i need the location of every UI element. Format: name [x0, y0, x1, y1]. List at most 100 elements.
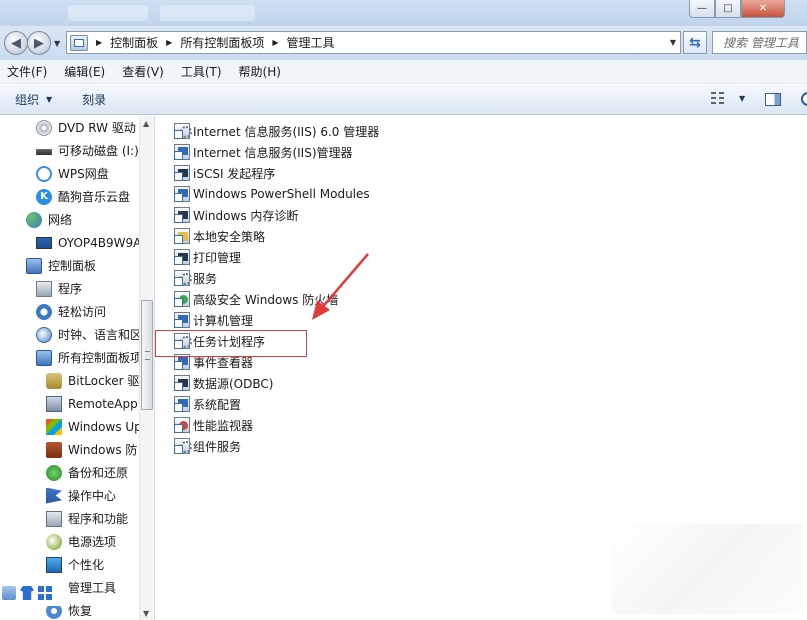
nav-item-bitlocker[interactable]: BitLocker 驱: [46, 370, 139, 391]
arrow-shaft: [319, 253, 369, 311]
caret-down-icon: ▼: [739, 93, 746, 103]
maximize-button[interactable]: □: [715, 0, 741, 18]
list-item[interactable]: Internet 信息服务(IIS) 6.0 管理器: [174, 121, 379, 141]
change-view-button[interactable]: ▼: [711, 92, 745, 104]
chevron-right-icon[interactable]: ▶: [272, 38, 278, 47]
nav-label: Windows 防: [68, 443, 138, 457]
refresh-button[interactable]: ⇆: [683, 31, 707, 54]
list-item[interactable]: 本地安全策略: [174, 226, 265, 246]
firewall-icon: [46, 441, 62, 458]
list-item[interactable]: 数据源(ODBC): [174, 373, 273, 393]
chevron-right-icon[interactable]: ▶: [166, 38, 172, 47]
nav-item-kugou-cloud[interactable]: K 酷狗音乐云盘: [36, 186, 130, 207]
personalization-icon: [46, 556, 62, 573]
list-item[interactable]: Internet 信息服务(IIS)管理器: [174, 142, 353, 162]
menu-tools[interactable]: 工具(T): [181, 63, 222, 80]
close-button[interactable]: ✕: [741, 0, 785, 18]
list-item[interactable]: 计算机管理: [174, 310, 253, 330]
nav-label: RemoteApp: [68, 396, 138, 411]
nav-item-network[interactable]: 网络: [26, 209, 72, 230]
arrow-right-icon: ▶: [34, 35, 44, 51]
address-bar[interactable]: ▶ 控制面板 ▶ 所有控制面板项 ▶ 管理工具 ▼: [66, 31, 681, 54]
list-item[interactable]: 服务: [174, 268, 217, 288]
view-grid-icon: [711, 92, 725, 104]
list-item[interactable]: 组件服务: [174, 436, 241, 456]
file-label: 服务: [193, 271, 218, 286]
nav-label: 程序: [58, 282, 83, 296]
file-label: Windows PowerShell Modules: [193, 187, 370, 201]
control-panel-icon: [70, 34, 88, 51]
nav-item-programs[interactable]: 程序: [36, 278, 82, 299]
nav-item-all-control-panel[interactable]: 所有控制面板项: [36, 347, 139, 368]
breadcrumb-admin-tools[interactable]: 管理工具: [287, 34, 335, 51]
file-label: Internet 信息服务(IIS)管理器: [193, 145, 353, 160]
address-row: ◀ ▶ ▼ ▶ 控制面板 ▶ 所有控制面板项 ▶ 管理工具 ▼ ⇆: [0, 26, 807, 60]
list-item[interactable]: 打印管理: [174, 247, 241, 267]
nav-item-programs-features[interactable]: 程序和功能: [46, 508, 128, 529]
refresh-icon: ⇆: [689, 34, 701, 51]
scroll-up-icon[interactable]: ▲: [143, 119, 149, 128]
list-item[interactable]: 系统配置: [174, 394, 241, 414]
skin-icon[interactable]: [20, 586, 34, 600]
ease-of-access-icon: [36, 303, 52, 320]
scroll-down-icon[interactable]: ▼: [143, 609, 149, 618]
apps-grid-icon[interactable]: [38, 586, 52, 600]
list-item[interactable]: 性能监视器: [174, 415, 253, 435]
menu-help[interactable]: 帮助(H): [239, 63, 281, 80]
file-label: iSCSI 发起程序: [193, 166, 276, 181]
organize-label: 组织: [15, 93, 40, 107]
minimize-button[interactable]: —: [689, 0, 715, 18]
nav-item-control-panel[interactable]: 控制面板: [26, 255, 96, 276]
burn-button[interactable]: 刻录: [82, 91, 106, 108]
nav-label: 所有控制面板项: [58, 351, 139, 365]
control-panel-icon: [26, 257, 42, 274]
taskbar-tray: [0, 580, 62, 606]
nav-item-dvd-drive[interactable]: DVD RW 驱动: [36, 117, 136, 138]
preview-pane-button[interactable]: [765, 93, 781, 106]
nav-item-removable-disk[interactable]: 可移动磁盘 (I:): [36, 140, 139, 161]
nav-item-windows-firewall[interactable]: Windows 防: [46, 439, 139, 460]
nav-item-backup[interactable]: 备份和还原: [46, 462, 128, 483]
menu-view[interactable]: 查看(V): [122, 63, 164, 80]
search-box[interactable]: [712, 31, 807, 54]
recent-pages-dropdown[interactable]: ▼: [54, 39, 60, 48]
nav-item-windows-update[interactable]: Windows Up: [46, 416, 139, 437]
nav-label: 程序和功能: [68, 512, 129, 526]
nav-item-action-center[interactable]: 操作中心: [46, 485, 116, 506]
nav-label: 可移动磁盘 (I:): [58, 144, 139, 158]
breadcrumb-control-panel[interactable]: 控制面板: [110, 34, 158, 51]
list-item[interactable]: Windows PowerShell Modules: [174, 184, 370, 204]
nav-item-clock-language[interactable]: 时钟、语言和区: [36, 324, 139, 345]
scroll-thumb[interactable]: [141, 300, 153, 410]
forward-button[interactable]: ▶: [27, 31, 51, 55]
file-label: 计算机管理: [193, 313, 254, 328]
nav-item-personalization[interactable]: 个性化: [46, 554, 104, 575]
nav-scrollbar[interactable]: ▲ ▼: [139, 116, 154, 620]
help-icon[interactable]: [801, 92, 807, 106]
nav-item-wps-cloud[interactable]: WPS网盘: [36, 163, 109, 184]
nav-label: 酷狗音乐云盘: [58, 190, 131, 204]
list-item[interactable]: iSCSI 发起程序: [174, 163, 275, 183]
nav-item-remoteapp[interactable]: RemoteApp: [46, 393, 139, 414]
address-dropdown-icon[interactable]: ▼: [670, 38, 676, 47]
list-item[interactable]: Windows 内存诊断: [174, 205, 298, 225]
nav-item-computer[interactable]: OYOP4B9W9A: [36, 232, 139, 253]
file-list: Internet 信息服务(IIS) 6.0 管理器 Internet 信息服务…: [155, 116, 807, 620]
input-method-icon[interactable]: [2, 586, 16, 600]
menu-edit[interactable]: 编辑(E): [64, 63, 105, 80]
file-label: Internet 信息服务(IIS) 6.0 管理器: [193, 124, 380, 139]
nav-item-ease-of-access[interactable]: 轻松访问: [36, 301, 106, 322]
search-input[interactable]: [723, 35, 806, 50]
local-security-policy-icon: [174, 228, 190, 244]
breadcrumb-all-items[interactable]: 所有控制面板项: [180, 34, 264, 51]
nav-item-power-options[interactable]: 电源选项: [46, 531, 116, 552]
menu-file[interactable]: 文件(F): [7, 63, 47, 80]
all-control-panel-icon: [36, 349, 52, 366]
organize-button[interactable]: 组织 ▼: [15, 91, 52, 108]
nav-label: 轻松访问: [58, 305, 107, 319]
caret-down-icon: ▼: [46, 95, 53, 104]
odbc-icon: [174, 375, 190, 391]
chevron-right-icon[interactable]: ▶: [96, 38, 102, 47]
computer-management-icon: [174, 312, 190, 328]
back-button[interactable]: ◀: [4, 31, 28, 55]
